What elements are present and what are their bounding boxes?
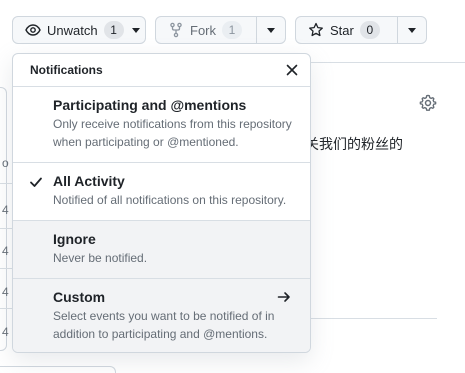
divider <box>0 268 12 269</box>
star-dropdown-button[interactable] <box>396 17 426 43</box>
chevron-down-icon <box>266 27 275 33</box>
dropdown-header: Notifications <box>13 54 310 87</box>
option-description-line: when participating or @mentioned. <box>53 135 239 149</box>
repo-page: Unwatch 1 Fork 1 Star 0 o 4 4 4 4 关我们的粉丝… <box>0 0 465 373</box>
star-button[interactable]: Star 0 <box>296 17 397 43</box>
option-participating[interactable]: Participating and @mentions Only receive… <box>13 87 310 163</box>
watch-button-group: Unwatch 1 <box>12 16 146 44</box>
option-description: Only receive notifications from this rep… <box>53 115 298 151</box>
chevron-down-icon <box>131 27 140 33</box>
notifications-dropdown: Notifications Participating and @mention… <box>12 53 311 353</box>
close-icon[interactable] <box>284 62 300 78</box>
file-list-box <box>0 87 7 351</box>
about-description: 关我们的粉丝的 <box>305 137 403 153</box>
repo-forked-icon <box>168 22 184 38</box>
option-all-activity[interactable]: All Activity Notified of all notificatio… <box>13 163 310 221</box>
eye-icon <box>25 22 41 38</box>
option-title: All Activity <box>53 173 125 189</box>
option-description-line: Only receive notifications from this rep… <box>53 117 292 131</box>
option-description: Select events you want to be notified of… <box>53 307 298 343</box>
file-row-fragment: o <box>2 156 9 170</box>
option-description: Notified of all notifications on this re… <box>53 193 287 207</box>
watch-count-badge: 1 <box>103 21 124 39</box>
chevron-down-icon <box>407 27 416 33</box>
fork-dropdown-button[interactable] <box>255 17 285 43</box>
divider <box>0 228 12 229</box>
unwatch-button[interactable]: Unwatch 1 <box>13 17 145 43</box>
dropdown-title: Notifications <box>30 63 103 77</box>
option-title: Custom <box>53 289 106 305</box>
option-ignore[interactable]: Ignore Never be notified. <box>13 221 310 279</box>
fork-label: Fork <box>190 22 216 38</box>
divider <box>0 183 12 184</box>
option-custom[interactable]: Custom Select events you want to be noti… <box>13 279 310 352</box>
check-icon <box>29 175 43 189</box>
fork-count-badge: 1 <box>222 21 242 39</box>
file-row-fragment: 4 <box>2 244 9 258</box>
divider <box>300 318 437 319</box>
file-row-fragment: 4 <box>2 325 9 339</box>
star-button-group: Star 0 <box>295 16 427 44</box>
option-title: Ignore <box>53 231 96 247</box>
box-edge <box>0 366 116 373</box>
gear-icon[interactable] <box>419 94 437 112</box>
file-row-fragment: 4 <box>2 285 9 299</box>
star-icon <box>308 22 324 38</box>
star-label: Star <box>330 22 354 38</box>
option-description-line: Select events you want to be notified of… <box>53 309 275 323</box>
option-title: Participating and @mentions <box>53 97 247 113</box>
star-count-badge: 0 <box>359 21 380 39</box>
fork-button-group: Fork 1 <box>155 16 286 44</box>
unwatch-label: Unwatch <box>47 22 98 38</box>
fork-button[interactable]: Fork 1 <box>156 17 256 43</box>
divider <box>0 308 12 309</box>
divider <box>300 62 465 63</box>
file-row-fragment: 4 <box>2 203 9 217</box>
option-description-line: addition to participating and @mentions. <box>53 327 268 341</box>
arrow-right-icon <box>276 289 292 305</box>
option-description: Never be notified. <box>53 251 148 265</box>
